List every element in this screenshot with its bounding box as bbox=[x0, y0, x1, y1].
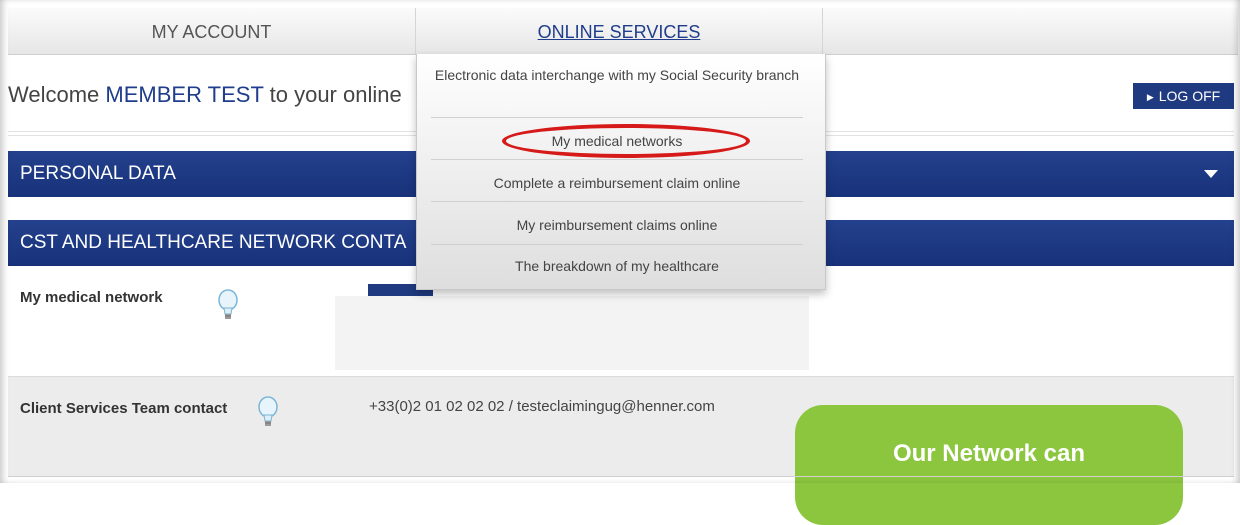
member-name: MEMBER TEST bbox=[105, 82, 264, 107]
divider bbox=[8, 476, 1234, 477]
section-title: CST AND HEALTHCARE NETWORK CONTA bbox=[20, 232, 407, 253]
menu-item-complete-reimbursement-claim[interactable]: Complete a reimbursement claim online bbox=[431, 166, 803, 202]
client-services-contact: +33(0)2 01 02 02 02 / testeclaimingug@he… bbox=[369, 398, 715, 415]
client-services-label: Client Services Team contact bbox=[20, 400, 228, 417]
log-off-button[interactable]: ▶ LOG OFF bbox=[1133, 83, 1234, 109]
welcome-prefix: Welcome bbox=[8, 82, 106, 107]
callout-text: Our Network can bbox=[892, 440, 1086, 467]
medical-network-label: My medical network bbox=[20, 289, 163, 306]
top-navigation: MY ACCOUNT ONLINE SERVICES bbox=[8, 8, 1238, 55]
chevron-down-icon[interactable] bbox=[1204, 170, 1218, 178]
online-services-dropdown: Electronic data interchange with my Soci… bbox=[416, 54, 826, 290]
network-callout: Our Network can bbox=[795, 405, 1183, 525]
medical-network-panel bbox=[335, 296, 809, 370]
tab-my-account[interactable]: MY ACCOUNT bbox=[8, 8, 416, 54]
log-off-label: LOG OFF bbox=[1158, 88, 1221, 104]
tab-online-services[interactable]: ONLINE SERVICES bbox=[416, 8, 823, 54]
lightbulb-icon[interactable] bbox=[216, 289, 240, 321]
triangle-right-icon: ▶ bbox=[1146, 92, 1154, 102]
menu-item-my-reimbursement-claims[interactable]: My reimbursement claims online bbox=[431, 207, 803, 245]
welcome-message: Welcome MEMBER TEST to your online bbox=[8, 82, 402, 108]
section-title: PERSONAL DATA bbox=[20, 163, 176, 184]
menu-item-edi-social-security[interactable]: Electronic data interchange with my Soci… bbox=[431, 66, 803, 118]
lightbulb-icon[interactable] bbox=[256, 396, 280, 428]
menu-item-breakdown-healthcare[interactable]: The breakdown of my healthcare bbox=[431, 250, 803, 284]
highlight-annotation bbox=[502, 124, 750, 158]
welcome-suffix: to your online bbox=[263, 82, 402, 107]
